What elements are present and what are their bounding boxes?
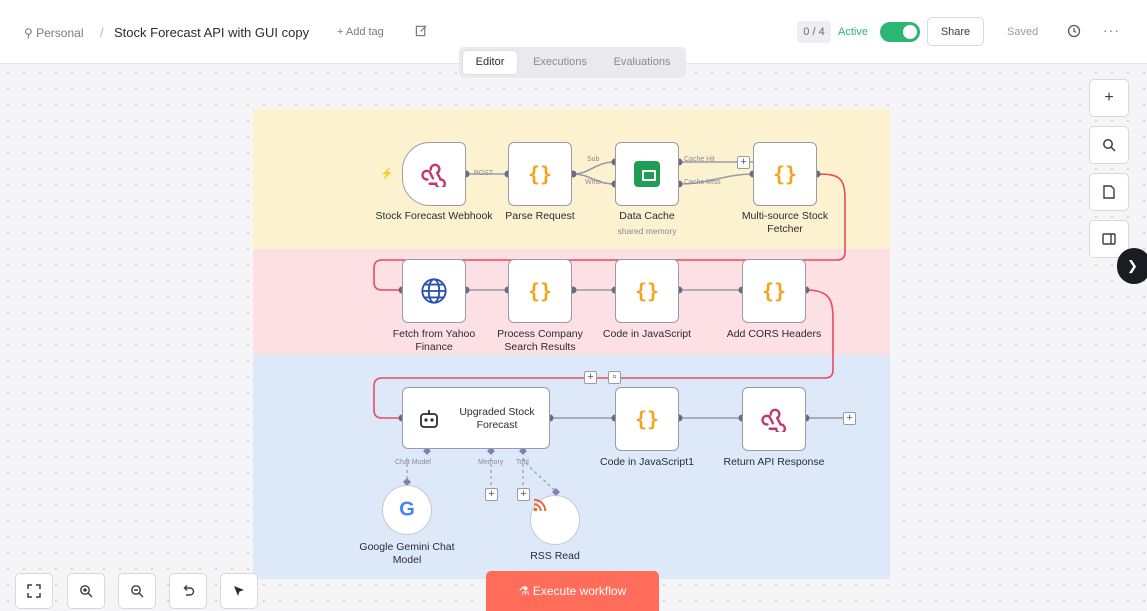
search-icon — [1103, 139, 1116, 152]
add-node-button[interactable]: + — [584, 371, 597, 384]
undo-button[interactable] — [169, 573, 207, 609]
code-icon: {} — [527, 162, 553, 186]
code-icon: {} — [527, 279, 553, 303]
node-google-gemini[interactable]: G — [382, 485, 432, 535]
port-memory: Memory — [478, 459, 504, 466]
label-upgraded-stock-forecast: Upgraded Stock Forecast — [459, 406, 535, 431]
note-icon — [1103, 185, 1115, 199]
zoom-in-button[interactable] — [67, 573, 105, 609]
code-icon: {} — [634, 279, 660, 303]
label-data-cache: Data Cache — [619, 210, 675, 222]
fit-view-icon — [27, 584, 41, 598]
undo-icon — [183, 585, 195, 596]
webhook-port-label: POST — [474, 170, 494, 177]
code-icon: {} — [761, 279, 787, 303]
label-return-api-response: Return API Response — [723, 456, 825, 468]
zoom-out-button[interactable] — [118, 573, 156, 609]
add-node-button[interactable]: + — [737, 156, 750, 169]
node-fetch-yahoo-finance[interactable] — [402, 259, 466, 323]
cache-port-out-2: Cache Miss — [684, 179, 721, 186]
zoom-in-icon — [80, 585, 93, 598]
flask-icon: ⚗ — [518, 584, 533, 598]
node-stock-forecast-webhook[interactable] — [402, 142, 466, 206]
label-code-javascript1: Code in JavaScript1 — [600, 456, 694, 468]
node-parse-request[interactable]: {} — [508, 142, 572, 206]
google-icon: G — [399, 498, 415, 521]
webhook-icon — [761, 408, 787, 432]
label-code-javascript: Code in JavaScript — [602, 328, 692, 340]
add-node-button[interactable]: + — [843, 412, 856, 425]
label-parse-request: Parse Request — [505, 210, 575, 222]
cache-port-out-1: Cache Hit — [684, 156, 715, 163]
rss-icon — [533, 498, 547, 512]
trigger-bolt-icon: ⚡ — [380, 168, 394, 180]
code-icon: {} — [772, 162, 798, 186]
label-process-company: Process Company Search Results — [497, 328, 583, 353]
add-tool-button[interactable]: + — [517, 488, 530, 501]
cursor-icon — [234, 586, 244, 596]
code-icon: {} — [634, 407, 660, 431]
node-data-cache[interactable] — [615, 142, 679, 206]
node-multi-source-fetcher[interactable]: {} — [753, 142, 817, 206]
label-google-gemini: Google Gemini Chat Model — [359, 541, 455, 566]
node-process-company[interactable]: {} — [508, 259, 572, 323]
node-upgraded-stock-forecast[interactable]: Upgraded Stock Forecast — [402, 387, 550, 449]
webhook-icon — [421, 163, 447, 187]
zoom-out-icon — [131, 585, 144, 598]
add-node-panel-button[interactable]: + — [1089, 79, 1129, 117]
fit-view-button[interactable] — [15, 573, 53, 609]
node-add-cors-headers[interactable]: {} — [742, 259, 806, 323]
execute-workflow-button[interactable]: ⚗ Execute workflow — [486, 571, 659, 611]
select-tool-button[interactable] — [220, 573, 258, 609]
sidebar-icon — [1102, 233, 1116, 245]
sublabel-data-cache: shared memory — [617, 226, 677, 236]
node-rss-read[interactable] — [530, 495, 580, 545]
node-code-javascript1[interactable]: {} — [615, 387, 679, 451]
cache-port-in-2: Write — [585, 179, 602, 186]
label-stock-forecast-webhook: Stock Forecast Webhook — [375, 210, 493, 222]
cache-icon — [634, 161, 660, 187]
robot-icon — [420, 410, 438, 428]
node-code-javascript[interactable]: {} — [615, 259, 679, 323]
sticky-note-button[interactable] — [1089, 173, 1129, 211]
label-rss-read: RSS Read — [530, 550, 580, 562]
node-return-api-response[interactable] — [742, 387, 806, 451]
delete-connection-icon[interactable]: ▫ — [608, 371, 621, 384]
chevron-right-icon[interactable]: ❯ — [1117, 248, 1147, 284]
label-multi-source-fetcher: Multi-source Stock Fetcher — [741, 210, 829, 235]
port-chat-model: Chat Model — [395, 459, 431, 466]
add-memory-button[interactable]: + — [485, 488, 498, 501]
globe-icon — [421, 278, 447, 304]
label-add-cors-headers: Add CORS Headers — [726, 328, 822, 340]
label-fetch-yahoo-finance: Fetch from Yahoo Finance — [392, 328, 476, 353]
cache-port-in-1: Sub — [587, 156, 600, 163]
search-button[interactable] — [1089, 126, 1129, 164]
port-tool: Tool — [516, 459, 529, 466]
